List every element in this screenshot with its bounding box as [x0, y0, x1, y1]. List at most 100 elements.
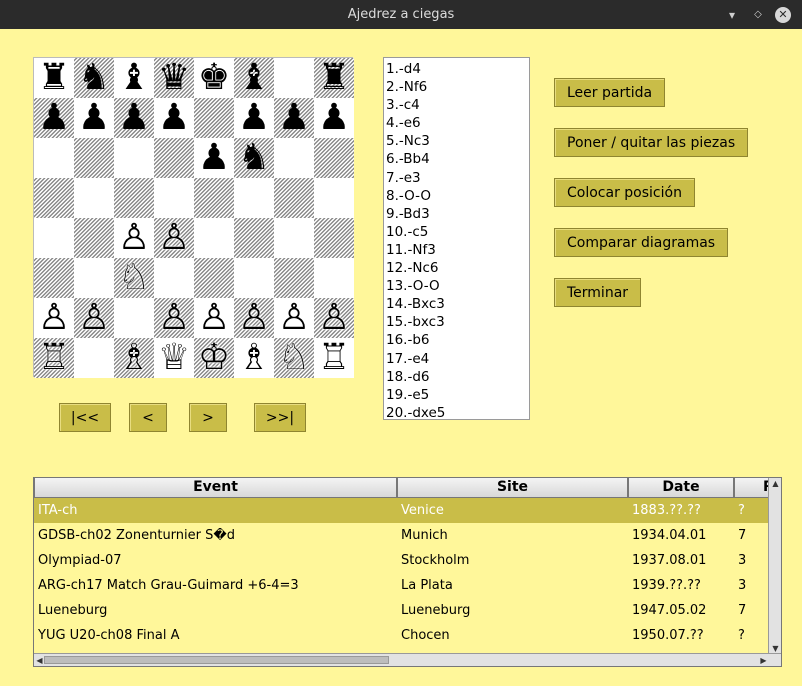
column-header-site[interactable]: Site	[397, 478, 628, 498]
table-row[interactable]: GDSB-ch02 Zonenturnier S�d Munich 1934.04.…	[34, 523, 770, 548]
board-square[interactable]: ♛	[154, 58, 194, 98]
board-square[interactable]	[314, 178, 354, 218]
table-row[interactable]: ARG-ch17 Match Grau-Guimard +6-4=3 La Pla…	[34, 573, 770, 598]
set-position-button[interactable]: Colocar posición	[554, 178, 695, 207]
chess-piece[interactable]: ♖	[318, 337, 350, 378]
chess-piece[interactable]: ♙	[158, 217, 190, 258]
chess-piece[interactable]: ♚	[198, 57, 230, 98]
board-square[interactable]: ♟	[74, 98, 114, 138]
board-square[interactable]	[234, 258, 274, 298]
column-header-event[interactable]: Event	[34, 478, 397, 498]
board-square[interactable]	[314, 138, 354, 178]
board-square[interactable]: ♖	[34, 338, 74, 378]
scroll-up-icon[interactable]: ▲	[770, 478, 781, 489]
chess-piece[interactable]: ♞	[78, 57, 110, 98]
chess-piece[interactable]: ♟	[38, 97, 70, 138]
board-square[interactable]: ♟	[314, 98, 354, 138]
move-item[interactable]: 13.-O-O	[386, 277, 529, 295]
chess-piece[interactable]: ♟	[278, 97, 310, 138]
chess-piece[interactable]: ♙	[318, 297, 350, 338]
previous-move-button[interactable]: <	[129, 403, 167, 432]
board-square[interactable]: ♘	[274, 338, 314, 378]
board-square[interactable]: ♟	[154, 98, 194, 138]
move-item[interactable]: 11.-Nf3	[386, 241, 529, 259]
chess-piece[interactable]: ♝	[238, 57, 270, 98]
chess-piece[interactable]: ♟	[118, 97, 150, 138]
board-square[interactable]	[274, 58, 314, 98]
chess-piece[interactable]: ♘	[278, 337, 310, 378]
board-square[interactable]: ♗	[114, 338, 154, 378]
board-square[interactable]	[274, 218, 314, 258]
board-square[interactable]: ♞	[234, 138, 274, 178]
chess-piece[interactable]: ♘	[118, 257, 150, 298]
chess-piece[interactable]: ♟	[238, 97, 270, 138]
chess-piece[interactable]: ♙	[278, 297, 310, 338]
board-square[interactable]: ♚	[194, 58, 234, 98]
compare-diagrams-button[interactable]: Comparar diagramas	[554, 228, 729, 257]
chess-piece[interactable]: ♙	[198, 297, 230, 338]
chess-piece[interactable]: ♙	[78, 297, 110, 338]
move-item[interactable]: 7.-e3	[386, 169, 529, 187]
chess-piece[interactable]: ♟	[78, 97, 110, 138]
chess-piece[interactable]: ♝	[118, 57, 150, 98]
board-square[interactable]	[314, 258, 354, 298]
chess-piece[interactable]: ♔	[198, 337, 230, 378]
board-square[interactable]	[34, 178, 74, 218]
scroll-right-icon[interactable]: ▶	[758, 655, 769, 666]
board-square[interactable]	[114, 298, 154, 338]
table-row[interactable]: Olympiad-07 Stockholm 1937.08.01 3	[34, 548, 770, 573]
board-square[interactable]: ♟	[274, 98, 314, 138]
chess-piece[interactable]: ♗	[238, 337, 270, 378]
column-header-round[interactable]: R	[734, 478, 770, 498]
chess-piece[interactable]: ♞	[238, 137, 270, 178]
maximize-icon[interactable]: ◇	[750, 7, 766, 23]
move-item[interactable]: 4.-e6	[386, 114, 529, 132]
board-square[interactable]	[74, 218, 114, 258]
board-square[interactable]: ♙	[154, 298, 194, 338]
board-square[interactable]: ♝	[114, 58, 154, 98]
move-item[interactable]: 6.-Bb4	[386, 150, 529, 168]
table-row[interactable]: YUG U20-ch08 Final A Chocen 1950.07.???	[34, 623, 770, 648]
chess-board[interactable]: ♜ ♞ ♝ ♛ ♚ ♝ ♜ ♟ ♟ ♟ ♟ ♟ ♟ ♟ ♟ ♞ ♙ ♙ ♘ ♙ ♙ ♙ ♙ ♙ ♙ ♙ ♖ ♗ ♕ ♔ ♗ ♘ ♖	[33, 57, 354, 378]
column-header-date[interactable]: Date	[628, 478, 734, 498]
chess-piece[interactable]: ♟	[198, 137, 230, 178]
chess-piece[interactable]: ♗	[118, 337, 150, 378]
last-move-button[interactable]: >>|	[254, 403, 306, 432]
board-square[interactable]	[274, 178, 314, 218]
board-square[interactable]: ♘	[114, 258, 154, 298]
table-row[interactable]: ITA-ch Venice 1883.??.???	[34, 498, 770, 523]
board-square[interactable]	[114, 178, 154, 218]
board-square[interactable]: ♙	[74, 298, 114, 338]
move-item[interactable]: 2.-Nf6	[386, 78, 529, 96]
board-square[interactable]: ♟	[194, 138, 234, 178]
move-item[interactable]: 12.-Nc6	[386, 259, 529, 277]
board-square[interactable]	[194, 258, 234, 298]
board-square[interactable]	[74, 258, 114, 298]
board-square[interactable]	[154, 258, 194, 298]
board-square[interactable]	[34, 218, 74, 258]
board-square[interactable]	[74, 338, 114, 378]
first-move-button[interactable]: |<<	[59, 403, 111, 432]
chess-piece[interactable]: ♖	[38, 337, 70, 378]
board-square[interactable]: ♙	[194, 298, 234, 338]
board-square[interactable]: ♙	[154, 218, 194, 258]
chess-piece[interactable]: ♙	[238, 297, 270, 338]
move-item[interactable]: 8.-O-O	[386, 187, 529, 205]
board-square[interactable]: ♕	[154, 338, 194, 378]
move-item[interactable]: 19.-e5	[386, 386, 529, 404]
horizontal-scrollbar[interactable]: ◀ ▶	[34, 653, 781, 666]
move-item[interactable]: 16.-b6	[386, 331, 529, 349]
board-square[interactable]	[234, 178, 274, 218]
board-square[interactable]: ♙	[234, 298, 274, 338]
chess-piece[interactable]: ♙	[38, 297, 70, 338]
close-icon[interactable]: ✕	[775, 7, 791, 23]
table-row[interactable]: Lueneburg Lueneburg 1947.05.02 7	[34, 598, 770, 623]
board-square[interactable]: ♜	[34, 58, 74, 98]
board-square[interactable]: ♟	[114, 98, 154, 138]
board-square[interactable]	[154, 178, 194, 218]
chess-piece[interactable]: ♜	[318, 57, 350, 98]
read-game-button[interactable]: Leer partida	[554, 78, 666, 107]
board-square[interactable]	[114, 138, 154, 178]
board-square[interactable]	[194, 178, 234, 218]
move-item[interactable]: 9.-Bd3	[386, 205, 529, 223]
